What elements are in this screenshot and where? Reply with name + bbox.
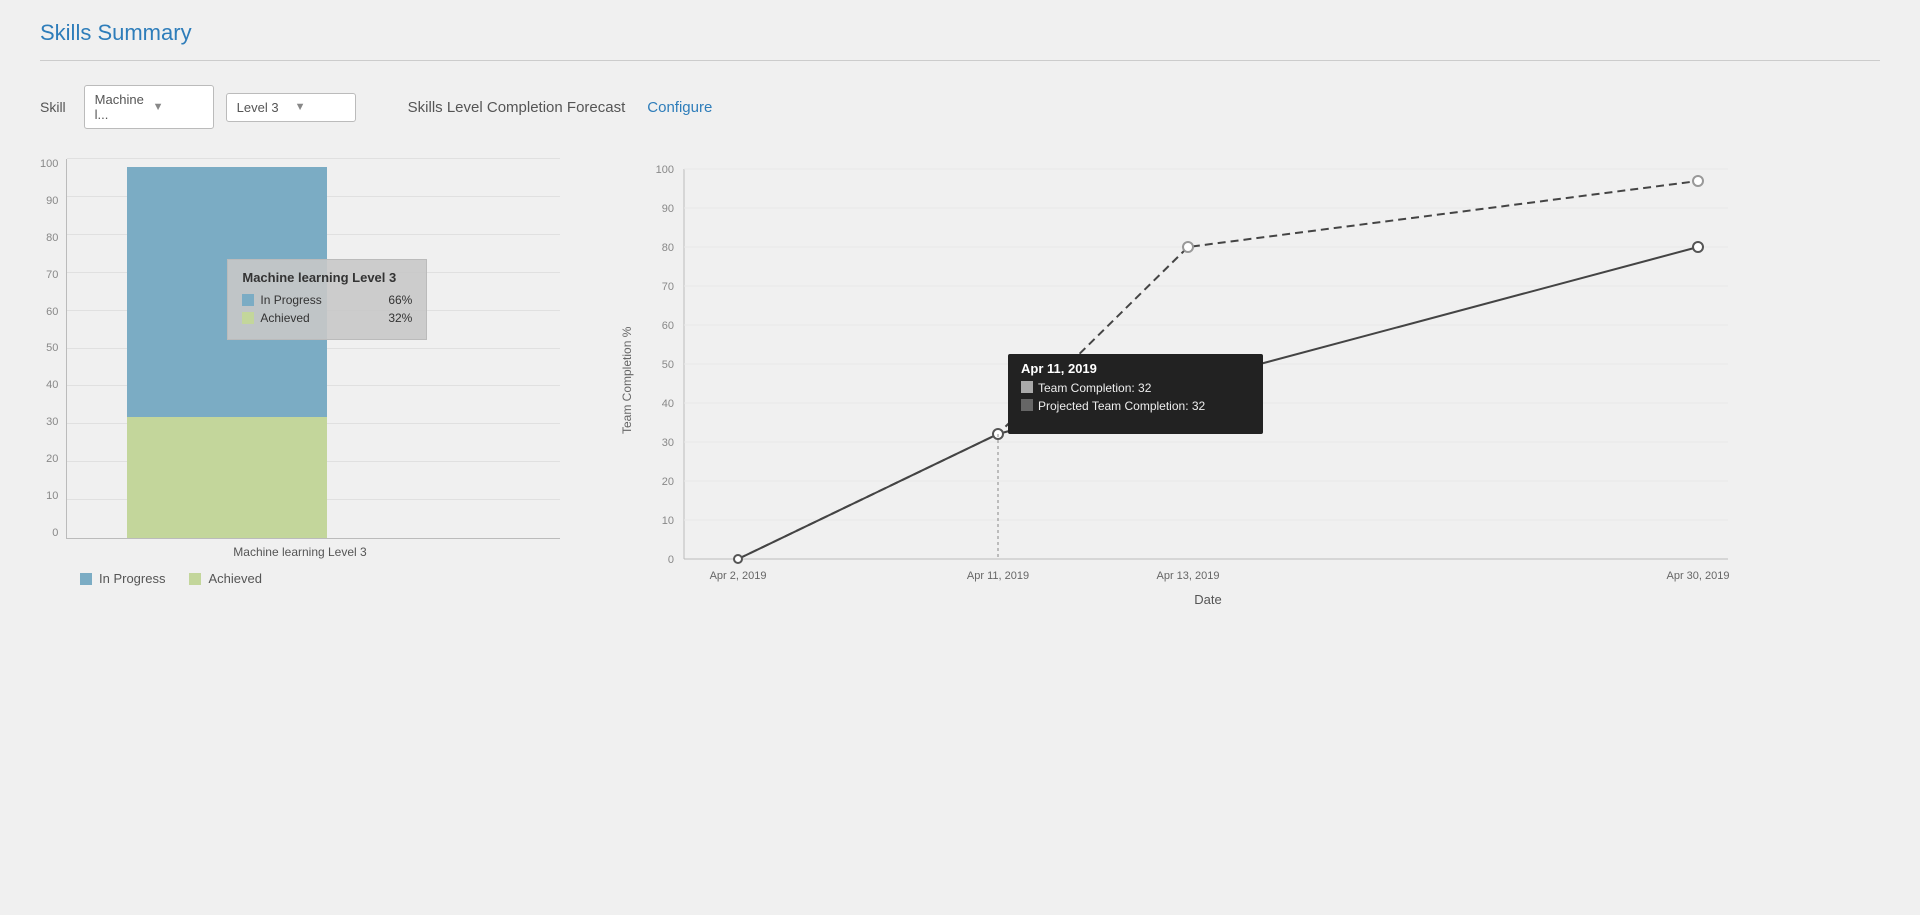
bar-y-axis: 0 10 20 30 40 50 60 70 80 90 100	[40, 159, 58, 539]
line-chart-inner: Team Completion % 0 10 20 30 40 50 60 70…	[620, 159, 1880, 602]
y-label-90: 90	[662, 203, 674, 215]
forecast-label: Skills Level Completion Forecast	[408, 99, 626, 116]
bar-chart-wrap: 0 10 20 30 40 50 60 70 80 90 100	[40, 159, 560, 586]
bar-y-label: 80	[40, 233, 58, 244]
x-label-apr13: Apr 13, 2019	[1157, 570, 1220, 582]
bar-y-label: 60	[40, 307, 58, 318]
y-label-80: 80	[662, 242, 674, 254]
bar-tooltip-title: Machine learning Level 3	[242, 270, 412, 285]
bar-y-label: 50	[40, 343, 58, 354]
achieved-legend-label: Achieved	[208, 571, 261, 586]
bar-y-label: 0	[40, 528, 58, 539]
line-tooltip-title: Apr 11, 2019	[1021, 361, 1097, 376]
bar-tooltip-row-left: Achieved	[242, 311, 309, 325]
y-label-50: 50	[662, 359, 674, 371]
tooltip-swatch-2	[1021, 399, 1033, 411]
bar-tooltip-row: In Progress 66%	[242, 293, 412, 307]
charts-container: 0 10 20 30 40 50 60 70 80 90 100	[40, 159, 1880, 602]
page-title: Skills Summary	[40, 20, 1880, 61]
bar-column-wrap	[67, 159, 560, 538]
level-dropdown-value: Level 3	[237, 100, 287, 115]
tooltip-swatch-1	[1021, 381, 1033, 393]
line-chart-wrap: Team Completion % 0 10 20 30 40 50 60 70…	[620, 159, 1880, 602]
bar-y-label: 30	[40, 417, 58, 428]
point-dashed-apr30	[1693, 176, 1703, 186]
bar-tooltip-inprogress-value: 66%	[388, 293, 412, 307]
bar-tooltip-row-left: In Progress	[242, 293, 321, 307]
achieved-swatch	[242, 312, 254, 324]
bar-tooltip: Machine learning Level 3 In Progress 66%	[227, 259, 427, 340]
bar-y-label: 20	[40, 454, 58, 465]
chevron-down-icon: ▼	[153, 101, 203, 113]
y-label-20: 20	[662, 476, 674, 488]
achieved-legend-swatch	[189, 573, 201, 585]
chevron-down-icon: ▼	[295, 101, 345, 113]
y-label-0: 0	[668, 554, 674, 566]
configure-link[interactable]: Configure	[647, 99, 712, 116]
bar-y-label: 90	[40, 196, 58, 207]
y-label-10: 10	[662, 515, 674, 527]
bar-y-label: 10	[40, 491, 58, 502]
point-dashed-apr13	[1183, 242, 1193, 252]
point-solid-apr2	[734, 555, 742, 563]
skill-dropdown-value: Machine l...	[95, 92, 145, 122]
tooltip-row-2: Projected Team Completion: 32	[1038, 399, 1206, 413]
bar-segment-achieved	[127, 417, 327, 538]
page-container: Skills Summary Skill Machine l... ▼ Leve…	[0, 0, 1920, 915]
line-y-axis-label: Team Completion %	[620, 159, 634, 602]
bar-y-label: 70	[40, 270, 58, 281]
bar-tooltip-row: Achieved 32%	[242, 311, 412, 325]
tooltip-row-1: Team Completion: 32	[1038, 381, 1152, 395]
bar-x-label: Machine learning Level 3	[40, 545, 560, 559]
x-label-apr2: Apr 2, 2019	[710, 570, 767, 582]
bar-legend: In Progress Achieved	[80, 571, 560, 586]
bar-tooltip-achieved-label: Achieved	[260, 311, 309, 325]
level-dropdown[interactable]: Level 3 ▼	[226, 93, 356, 122]
bar-y-label: 100	[40, 159, 58, 170]
x-axis-title: Date	[1194, 592, 1221, 607]
y-label-30: 30	[662, 437, 674, 449]
line-chart-svg: 0 10 20 30 40 50 60 70 80 90 100	[638, 159, 1738, 599]
y-label-40: 40	[662, 398, 674, 410]
bar-stack	[127, 159, 327, 538]
legend-item-achieved: Achieved	[189, 571, 261, 586]
skill-label: Skill	[40, 99, 66, 115]
bar-chart-inner: Machine learning Level 3 In Progress 66%	[66, 159, 560, 539]
x-label-apr30: Apr 30, 2019	[1667, 570, 1730, 582]
line-chart-svg-wrap: 0 10 20 30 40 50 60 70 80 90 100	[638, 159, 1880, 602]
bar-tooltip-inprogress-label: In Progress	[260, 293, 321, 307]
y-label-100: 100	[656, 164, 674, 176]
legend-item-inprogress: In Progress	[80, 571, 165, 586]
bar-chart-area: 0 10 20 30 40 50 60 70 80 90 100	[40, 159, 560, 539]
inprogress-swatch	[242, 294, 254, 306]
skill-dropdown[interactable]: Machine l... ▼	[84, 85, 214, 129]
inprogress-legend-label: In Progress	[99, 571, 165, 586]
controls-row: Skill Machine l... ▼ Level 3 ▼ Skills Le…	[40, 85, 1880, 129]
point-solid-apr30	[1693, 242, 1703, 252]
inprogress-legend-swatch	[80, 573, 92, 585]
bar-tooltip-achieved-value: 32%	[388, 311, 412, 325]
bar-y-label: 40	[40, 380, 58, 391]
y-label-70: 70	[662, 281, 674, 293]
x-label-apr11: Apr 11, 2019	[967, 570, 1029, 582]
y-label-60: 60	[662, 320, 674, 332]
